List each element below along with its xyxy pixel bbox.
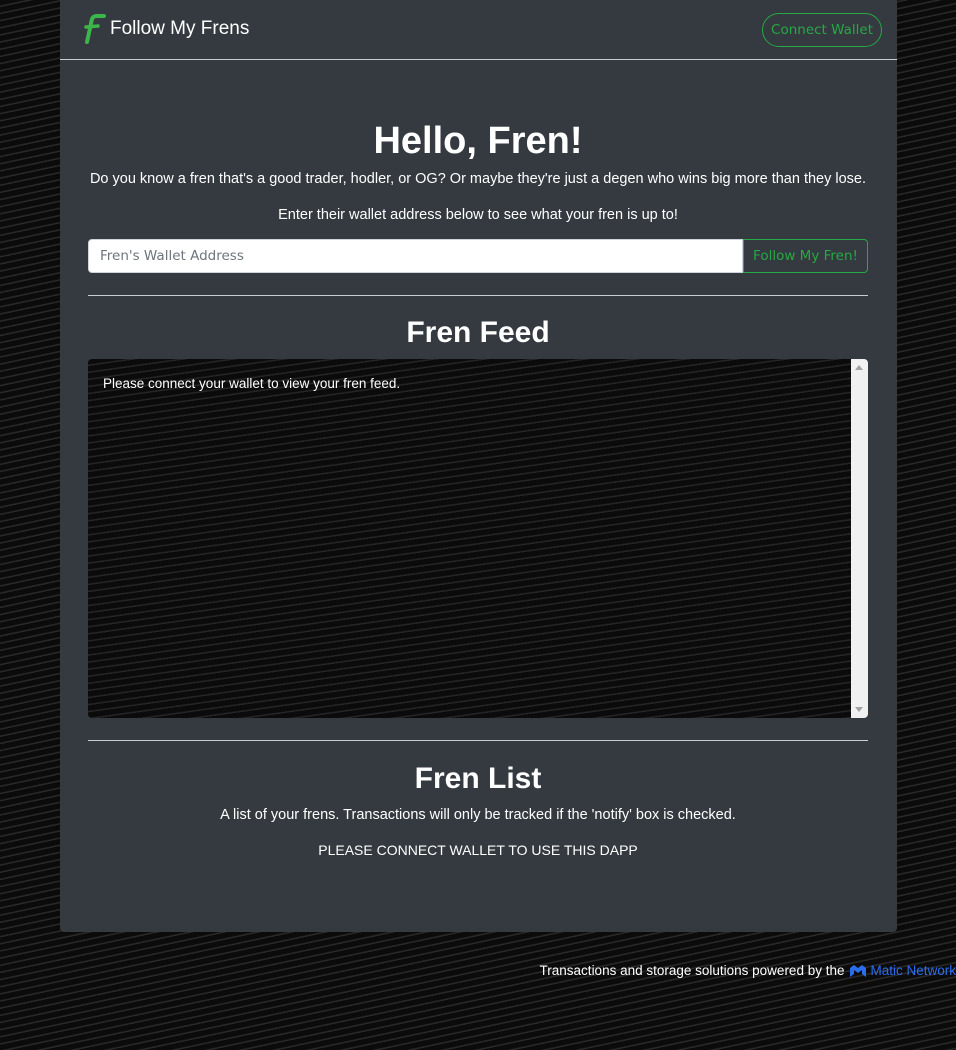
feed-title: Fren Feed <box>406 316 550 349</box>
list-title: Fren List <box>414 762 542 795</box>
matic-link-label: Matic Network <box>870 963 956 978</box>
connect-wallet-button[interactable]: Connect Wallet <box>762 13 882 47</box>
intro-text: Do you know a fren that's a good trader,… <box>89 171 867 187</box>
scroll-down-arrow-icon[interactable] <box>855 707 863 712</box>
address-search-group: Follow My Fren! <box>88 239 868 273</box>
instruction-text: Enter their wallet address below to see … <box>278 207 678 223</box>
connect-wallet-note: PLEASE CONNECT WALLET TO USE THIS DAPP <box>318 842 638 858</box>
matic-logo-icon <box>850 964 867 977</box>
brand-name: Follow My Frens <box>110 18 250 39</box>
list-description: A list of your frens. Transactions will … <box>220 807 736 823</box>
divider <box>88 295 868 296</box>
matic-network-link[interactable]: Matic Network <box>849 963 956 978</box>
footer-text: Transactions and storage solutions power… <box>539 963 845 978</box>
scroll-up-arrow-icon[interactable] <box>855 365 863 370</box>
page-title: Hello, Fren! <box>373 120 583 162</box>
divider <box>88 740 868 741</box>
navbar: Follow My Frens Connect Wallet <box>60 0 897 60</box>
follow-fren-button[interactable]: Follow My Fren! <box>743 239 868 273</box>
brand[interactable]: Follow My Frens <box>78 13 249 45</box>
footer: Transactions and storage solutions power… <box>540 963 956 978</box>
feed-scrollbar[interactable] <box>851 359 868 718</box>
wallet-address-input[interactable] <box>88 239 743 273</box>
main-panel: Follow My Frens Connect Wallet Hello, Fr… <box>60 0 897 932</box>
brand-logo-icon <box>84 14 106 44</box>
feed-message: Please connect your wallet to view your … <box>103 376 401 391</box>
fren-feed[interactable]: Please connect your wallet to view your … <box>88 359 868 718</box>
